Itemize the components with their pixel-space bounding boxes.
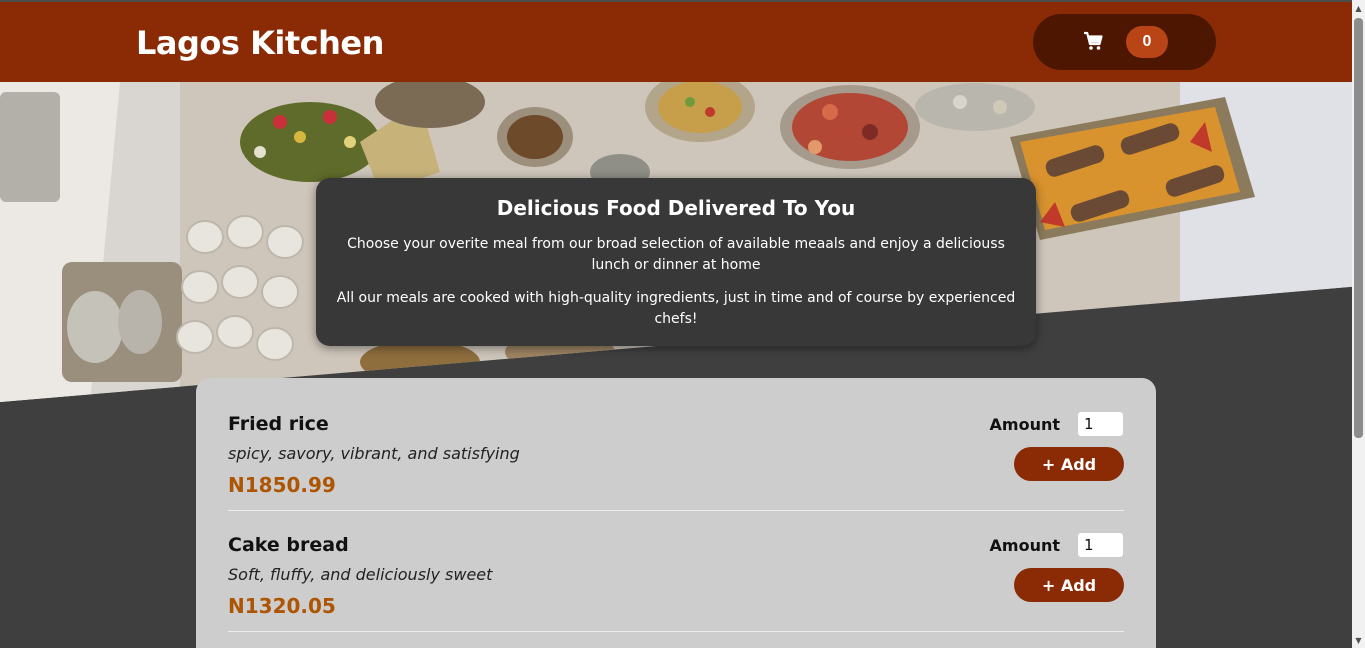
add-button[interactable]: + Add [1014,568,1124,602]
meal-description: spicy, savory, vibrant, and satisfying [228,444,520,463]
cart-icon [1083,31,1103,51]
amount-label: Amount [989,536,1060,555]
app-header: Lagos Kitchen 0 [0,0,1352,82]
cart-button[interactable]: 0 [1033,14,1216,70]
meal-name: Cake bread [228,534,349,556]
cart-count-badge: 0 [1126,26,1168,58]
brand-title: Lagos Kitchen [136,24,384,62]
amount-input[interactable] [1077,411,1124,437]
amount-label: Amount [989,415,1060,434]
meal-item: Cake bread Soft, fluffy, and deliciously… [228,511,1124,632]
meal-description: Soft, fluffy, and deliciously sweet [228,565,493,584]
amount-input[interactable] [1077,532,1124,558]
summary-title: Delicious Food Delivered To You [496,196,856,220]
summary-paragraph: Choose your overite meal from our broad … [347,236,1005,273]
meal-name: Fried rice [228,413,329,435]
summary-card: Delicious Food Delivered To You Choose y… [316,178,1036,346]
add-button[interactable]: + Add [1014,447,1124,481]
scrollbar-thumb[interactable] [1354,18,1363,438]
vertical-scrollbar[interactable]: ▲ ▼ [1352,0,1365,648]
meal-price: N1320.05 [228,594,336,618]
summary-paragraph: All our meals are cooked with high-quali… [336,290,1016,327]
meal-item: Fried rice spicy, savory, vibrant, and s… [228,390,1124,511]
scroll-down-arrow-icon[interactable]: ▼ [1352,634,1365,648]
meal-price: N1850.99 [228,473,336,497]
meals-list: Fried rice spicy, savory, vibrant, and s… [196,378,1156,648]
page: Lagos Kitchen 0 Delicious Food Delivered… [0,0,1352,648]
scroll-up-arrow-icon[interactable]: ▲ [1352,2,1365,16]
